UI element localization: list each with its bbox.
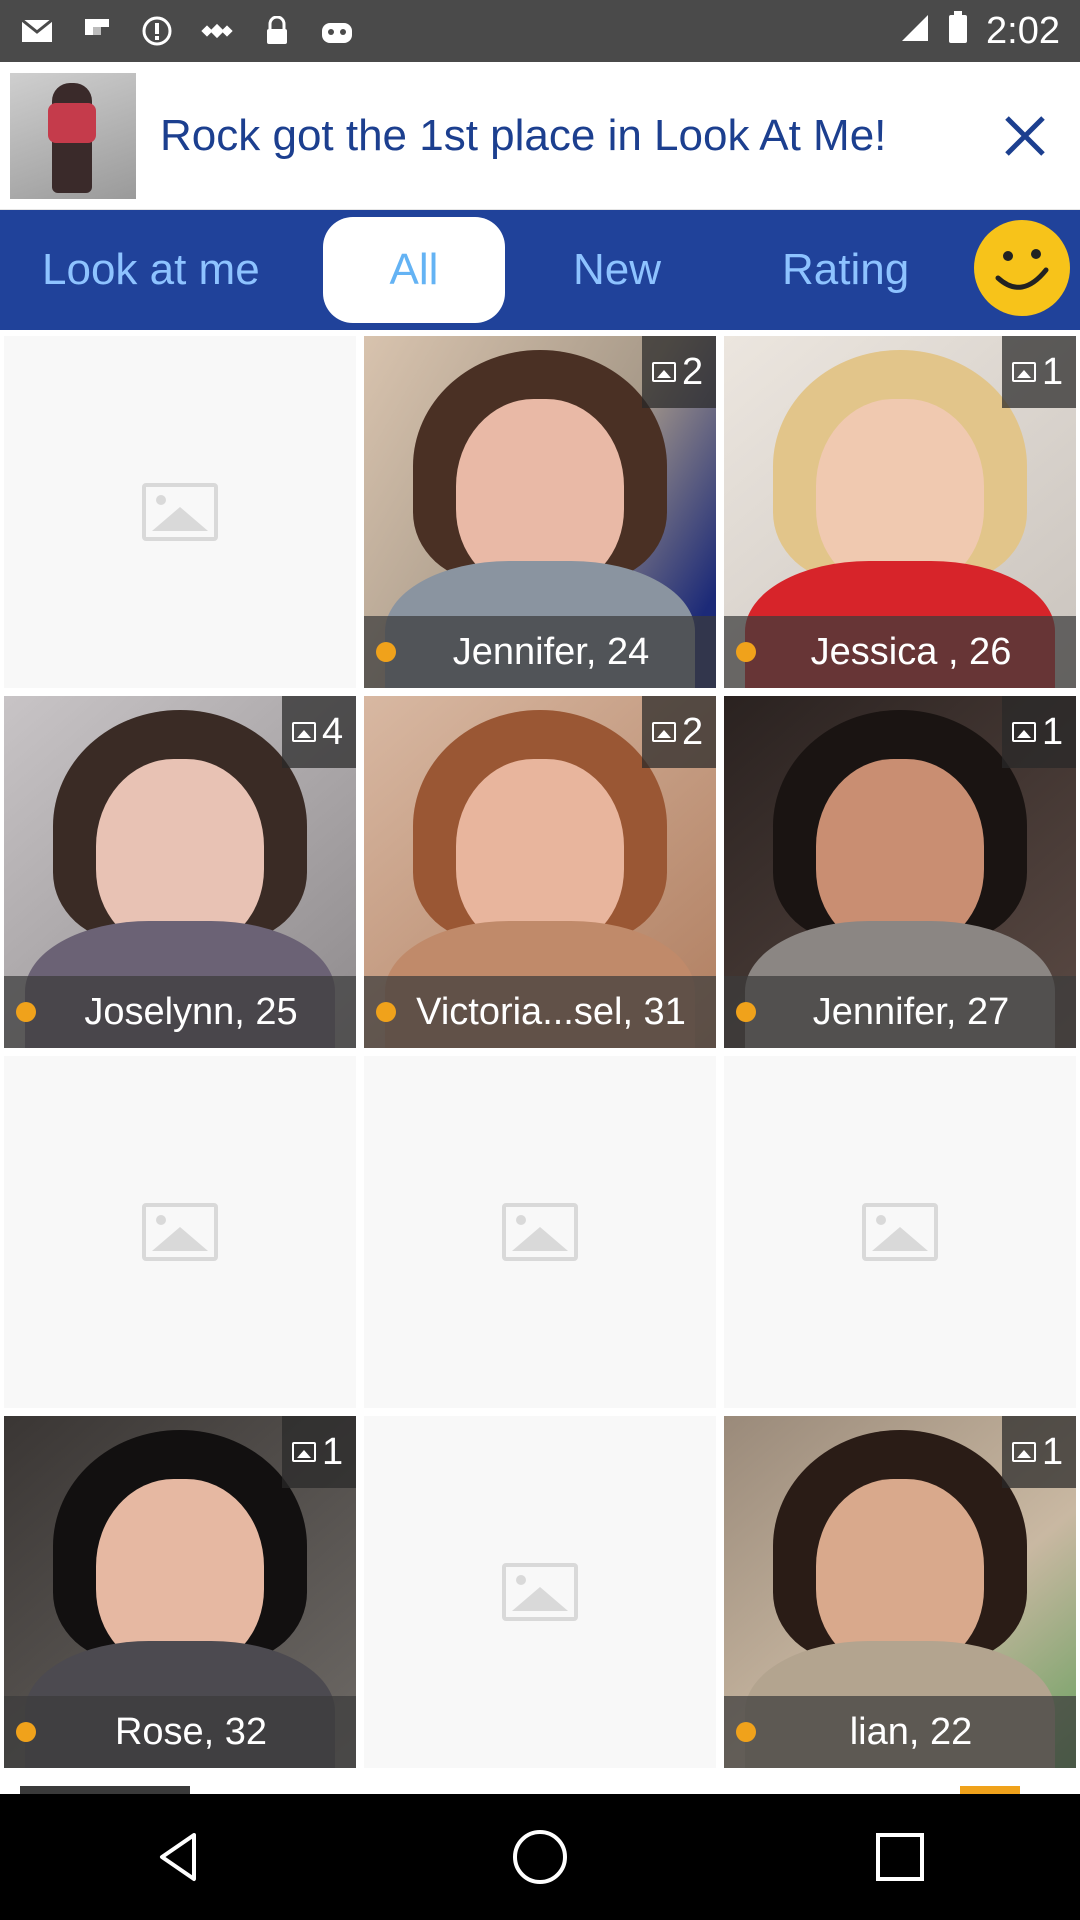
profile-tile-empty[interactable] bbox=[364, 1056, 716, 1408]
profile-name-bar: Jennifer, 24 bbox=[364, 616, 716, 688]
recents-icon[interactable] bbox=[850, 1807, 950, 1907]
back-icon[interactable] bbox=[130, 1807, 230, 1907]
online-status-icon bbox=[736, 1002, 756, 1022]
online-status-icon bbox=[16, 1002, 36, 1022]
profile-name-bar: Victoria...sel, 31 bbox=[364, 976, 716, 1048]
photo-count-badge: 1 bbox=[282, 1416, 356, 1488]
photos-icon bbox=[652, 722, 676, 742]
profile-name: Rose, 32 bbox=[114, 1710, 268, 1753]
lock-icon bbox=[260, 14, 294, 48]
profile-tile[interactable]: 2 Victoria...sel, 31 bbox=[364, 696, 716, 1048]
profile-name: Jessica , 26 bbox=[810, 630, 1012, 673]
smiley-icon[interactable] bbox=[974, 220, 1070, 316]
profile-tile-empty[interactable] bbox=[364, 1416, 716, 1768]
profile-name: Joselynn, 25 bbox=[84, 990, 298, 1033]
profile-name: lian, 22 bbox=[849, 1710, 973, 1753]
profile-tile[interactable]: 1 Jennifer, 27 bbox=[724, 696, 1076, 1048]
photos-icon bbox=[652, 362, 676, 382]
profile-name-bar: Rose, 32 bbox=[4, 1696, 356, 1768]
profile-tile[interactable]: 2 Jennifer, 24 bbox=[364, 336, 716, 688]
flipboard-icon bbox=[80, 14, 114, 48]
photo-count-badge: 1 bbox=[1002, 1416, 1076, 1488]
tab-new[interactable]: New bbox=[573, 245, 661, 295]
photo-count-badge: 2 bbox=[642, 336, 716, 408]
signal-icon bbox=[900, 10, 930, 53]
status-bar: 2:02 bbox=[0, 0, 1080, 62]
profile-tile[interactable]: 1 Rose, 32 bbox=[4, 1416, 356, 1768]
profile-name-bar: Joselynn, 25 bbox=[4, 976, 356, 1048]
mail-icon bbox=[20, 14, 54, 48]
profile-tile-empty[interactable] bbox=[724, 1056, 1076, 1408]
tab-bar: Look at me All New Rating bbox=[0, 210, 1080, 330]
profile-tile-empty[interactable] bbox=[4, 1056, 356, 1408]
android-icon bbox=[320, 14, 354, 48]
profile-tile-empty[interactable] bbox=[4, 336, 356, 688]
profile-tile[interactable]: 1 Jessica , 26 bbox=[724, 336, 1076, 688]
photos-icon bbox=[292, 722, 316, 742]
profile-name-bar: Jessica , 26 bbox=[724, 616, 1076, 688]
photos-icon bbox=[1012, 1442, 1036, 1462]
online-status-icon bbox=[736, 1722, 756, 1742]
image-placeholder-icon bbox=[862, 1203, 938, 1261]
photo-count-badge: 1 bbox=[1002, 336, 1076, 408]
profile-tile[interactable]: 4 Joselynn, 25 bbox=[4, 696, 356, 1048]
online-status-icon bbox=[16, 1722, 36, 1742]
photo-count-badge: 1 bbox=[1002, 696, 1076, 768]
image-placeholder-icon bbox=[502, 1563, 578, 1621]
image-placeholder-icon bbox=[142, 483, 218, 541]
photos-icon bbox=[1012, 362, 1036, 382]
photo-count-badge: 4 bbox=[282, 696, 356, 768]
close-icon[interactable] bbox=[980, 91, 1070, 181]
navigation-bar bbox=[0, 1794, 1080, 1920]
home-icon[interactable] bbox=[490, 1807, 590, 1907]
online-status-icon bbox=[376, 1002, 396, 1022]
next-row-peek bbox=[0, 1786, 1080, 1794]
photos-icon bbox=[1012, 722, 1036, 742]
online-status-icon bbox=[736, 642, 756, 662]
tab-rating[interactable]: Rating bbox=[782, 245, 909, 295]
status-time: 2:02 bbox=[986, 9, 1060, 52]
tab-look-at-me[interactable]: Look at me bbox=[42, 245, 260, 295]
banner-avatar[interactable] bbox=[10, 72, 136, 199]
profile-name-bar: lian, 22 bbox=[724, 1696, 1076, 1768]
profile-name: Jennifer, 24 bbox=[452, 630, 650, 673]
banner-message[interactable]: Rock got the 1st place in Look At Me! bbox=[160, 111, 980, 161]
online-status-icon bbox=[376, 642, 396, 662]
profile-tile[interactable]: 1 lian, 22 bbox=[724, 1416, 1076, 1768]
image-placeholder-icon bbox=[502, 1203, 578, 1261]
top-banner[interactable]: Rock got the 1st place in Look At Me! bbox=[0, 62, 1080, 210]
satellite-icon bbox=[200, 14, 234, 48]
profile-name: Jennifer, 27 bbox=[812, 990, 1010, 1033]
profile-name-bar: Jennifer, 27 bbox=[724, 976, 1076, 1048]
image-placeholder-icon bbox=[142, 1203, 218, 1261]
photo-count-badge: 2 bbox=[642, 696, 716, 768]
battery-icon bbox=[948, 10, 968, 53]
notification-icons bbox=[20, 14, 354, 48]
alert-icon bbox=[140, 14, 174, 48]
photos-icon bbox=[292, 1442, 316, 1462]
tab-all[interactable]: All bbox=[323, 217, 505, 323]
profile-name: Victoria...sel, 31 bbox=[416, 990, 686, 1033]
